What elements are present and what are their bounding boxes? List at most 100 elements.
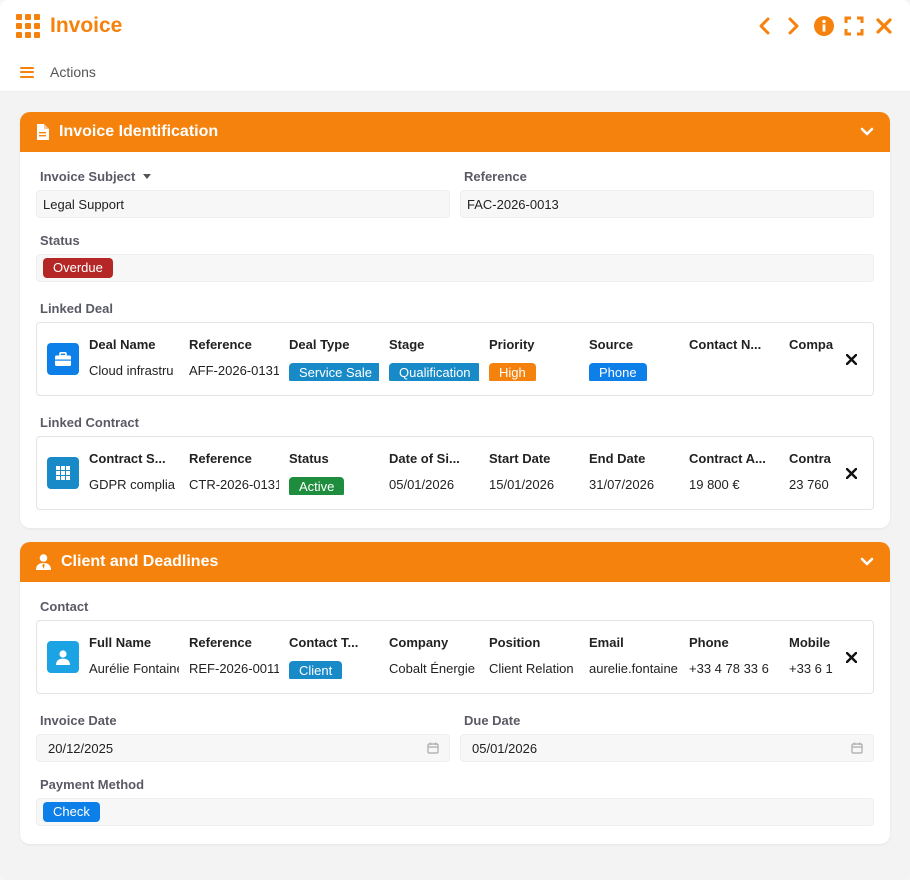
column-header: Contract A... xyxy=(689,451,766,466)
calendar-icon[interactable] xyxy=(427,742,439,754)
field-label: Payment Method xyxy=(40,776,145,792)
calendar-icon[interactable] xyxy=(851,742,863,754)
column-header: Position xyxy=(489,635,541,650)
record-column: Contract S... GDPR complia xyxy=(89,451,189,495)
column-value: Cloud infrastru xyxy=(89,363,174,378)
apps-grid-icon[interactable] xyxy=(16,14,40,38)
remove-link-icon[interactable] xyxy=(839,651,863,663)
column-value: CTR-2026-0131 xyxy=(189,477,279,492)
value-badge: Phone xyxy=(589,363,647,381)
caret-down-icon[interactable] xyxy=(143,173,152,179)
column-value: +33 4 78 33 6 xyxy=(689,661,769,676)
fullscreen-icon[interactable] xyxy=(844,16,864,36)
column-header: Contact T... xyxy=(289,635,359,650)
due-date-input[interactable]: 05/01/2026 xyxy=(460,734,874,762)
column-value: 31/07/2026 xyxy=(589,477,655,492)
field-label: Status xyxy=(40,232,80,248)
invoice-subject-input[interactable]: Legal Support xyxy=(36,190,450,218)
value-badge: Service Sale xyxy=(289,363,379,381)
column-header: Phone xyxy=(689,635,729,650)
column-value: REF-2026-0011 xyxy=(189,661,279,676)
column-header: Company xyxy=(389,635,449,650)
column-header: Full Name xyxy=(89,635,152,650)
window-title: Invoice xyxy=(50,14,123,37)
actions-menu[interactable]: Actions xyxy=(50,64,96,80)
record-column: Contract A... 19 800 € xyxy=(689,451,789,495)
section-header[interactable]: Invoice Identification xyxy=(20,112,890,152)
record-column: Reference REF-2026-0011 xyxy=(189,635,289,679)
invoice-identification-section: Invoice Identification Invoice Subject L… xyxy=(20,112,890,528)
status-field: Status Overdue xyxy=(36,232,874,282)
value-badge: High xyxy=(489,363,536,381)
value-badge: Client xyxy=(289,661,343,679)
column-header: Priority xyxy=(489,337,535,352)
menu-icon[interactable] xyxy=(20,66,34,78)
column-header: Mobile xyxy=(789,635,831,650)
chevron-down-icon[interactable] xyxy=(860,127,874,137)
column-value: Phone xyxy=(589,363,679,381)
record-column: Start Date 15/01/2026 xyxy=(489,451,589,495)
contact-label: Contact xyxy=(40,598,89,614)
invoice-date-field: Invoice Date 20/12/2025 xyxy=(36,712,450,762)
column-header: Email xyxy=(589,635,624,650)
column-value: GDPR complia xyxy=(89,477,175,492)
column-header: Contra xyxy=(789,451,831,466)
top-bar: Invoice Actions xyxy=(0,0,910,92)
linked-deal-columns: Deal Name Cloud infrastru Reference AFF-202… xyxy=(89,337,835,381)
field-label: Due Date xyxy=(464,712,521,728)
chevron-left-icon[interactable] xyxy=(754,16,774,36)
grid-icon xyxy=(47,457,79,489)
column-header: Reference xyxy=(189,337,252,352)
invoice-window: Invoice Actions Invoice Identification I… xyxy=(0,0,910,880)
column-header: Date of Si... xyxy=(389,451,460,466)
due-date-value: 05/01/2026 xyxy=(472,740,538,756)
payment-method-badge: Check xyxy=(43,802,100,822)
record-column: Priority High xyxy=(489,337,589,381)
column-header: Source xyxy=(589,337,634,352)
column-value: Service Sale xyxy=(289,363,379,381)
reference-input[interactable]: FAC-2026-0013 xyxy=(460,190,874,218)
column-value: +33 6 1 xyxy=(789,661,833,676)
linked-contract-columns: Contract S... GDPR complia Reference CTR-20… xyxy=(89,451,835,495)
linked-contract-card[interactable]: Contract S... GDPR complia Reference CTR-20… xyxy=(36,436,874,510)
linked-contact-columns: Full Name Aurélie Fontaine Reference REF-20… xyxy=(89,635,835,679)
record-column: Stage Qualification xyxy=(389,337,489,381)
person-icon xyxy=(47,641,79,673)
column-header: Reference xyxy=(189,451,252,466)
remove-link-icon[interactable] xyxy=(839,353,863,365)
linked-deal-card[interactable]: Deal Name Cloud infrastru Reference AFF-202… xyxy=(36,322,874,396)
column-header: Compa xyxy=(789,337,834,352)
chevron-down-icon[interactable] xyxy=(860,557,874,567)
section-title: Client and Deadlines xyxy=(61,553,219,570)
record-column: Deal Name Cloud infrastru xyxy=(89,337,189,381)
chevron-right-icon[interactable] xyxy=(784,16,804,36)
column-value: Cobalt Énergie xyxy=(389,661,475,676)
column-header: End Date xyxy=(589,451,646,466)
payment-method-input[interactable]: Check xyxy=(36,798,874,826)
column-value: 05/01/2026 xyxy=(389,477,455,492)
status-input[interactable]: Overdue xyxy=(36,254,874,282)
info-icon[interactable] xyxy=(814,16,834,36)
invoice-date-input[interactable]: 20/12/2025 xyxy=(36,734,450,762)
invoice-date-value: 20/12/2025 xyxy=(48,740,114,756)
linked-contact-card[interactable]: Full Name Aurélie Fontaine Reference REF-20… xyxy=(36,620,874,694)
remove-link-icon[interactable] xyxy=(839,467,863,479)
record-column: Mobile +33 6 1 xyxy=(789,635,835,679)
record-column: Phone +33 4 78 33 6 xyxy=(689,635,789,679)
section-body: Invoice Subject Legal Support Reference … xyxy=(20,152,890,528)
linked-deal-label: Linked Deal xyxy=(40,300,113,316)
field-label: Invoice Date xyxy=(40,712,117,728)
record-column: Status Active xyxy=(289,451,389,495)
record-column: End Date 31/07/2026 xyxy=(589,451,689,495)
record-column: Reference CTR-2026-0131 xyxy=(189,451,289,495)
record-column: Source Phone xyxy=(589,337,689,381)
document-icon xyxy=(36,124,49,140)
column-header: Contract S... xyxy=(89,451,166,466)
close-icon[interactable] xyxy=(874,16,894,36)
invoice-subject-field: Invoice Subject Legal Support xyxy=(36,168,450,218)
record-column: Company Cobalt Énergie xyxy=(389,635,489,679)
reference-field: Reference FAC-2026-0013 xyxy=(460,168,874,218)
section-header[interactable]: Client and Deadlines xyxy=(20,542,890,582)
column-value: AFF-2026-0131 xyxy=(189,363,279,378)
column-value: Qualification xyxy=(389,363,479,381)
